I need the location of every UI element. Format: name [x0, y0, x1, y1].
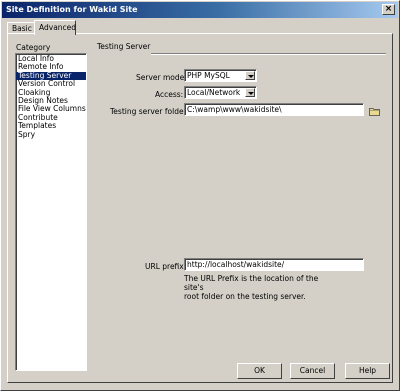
category-list[interactable]: Local Info Remote Info Testing Server Ve…: [15, 53, 87, 371]
server-model-select[interactable]: PHP MySQL: [184, 69, 257, 82]
access-select[interactable]: Local/Network: [184, 86, 257, 99]
server-model-value: PHP MySQL: [187, 71, 230, 80]
cancel-button[interactable]: Cancel: [290, 363, 335, 379]
url-prefix-help-line-2: root folder on the testing server.: [184, 292, 306, 301]
title-bar: Site Definition for Wakid Site ×: [2, 2, 398, 18]
url-prefix-label: URL prefix:: [145, 262, 187, 271]
tab-advanced[interactable]: Advanced: [34, 20, 76, 35]
category-item-spry[interactable]: Spry: [16, 130, 86, 139]
help-button[interactable]: Help: [345, 363, 390, 379]
close-button[interactable]: ×: [382, 4, 395, 15]
url-prefix-input[interactable]: http://localhost/wakidsite/: [184, 258, 364, 271]
category-header: Category: [16, 43, 51, 52]
testing-server-folder-input[interactable]: C:\wamp\www\wakidsite\: [184, 103, 364, 116]
ok-button[interactable]: OK: [237, 363, 282, 379]
close-icon: ×: [384, 4, 393, 14]
access-value: Local/Network: [187, 88, 241, 97]
url-prefix-help-line-1: The URL Prefix is the location of the si…: [184, 274, 319, 292]
site-definition-window: Site Definition for Wakid Site × Basic A…: [0, 0, 400, 391]
chevron-down-icon[interactable]: [245, 71, 255, 80]
access-label: Access:: [155, 90, 184, 99]
testing-server-folder-label: Testing server folder:: [110, 107, 190, 116]
window-title: Site Definition for Wakid Site: [6, 5, 138, 14]
server-model-label: Server model:: [136, 73, 189, 82]
chevron-down-icon[interactable]: [245, 88, 255, 97]
section-divider: [151, 53, 386, 55]
url-prefix-help: The URL Prefix is the location of the si…: [184, 274, 334, 301]
folder-icon[interactable]: [369, 107, 380, 116]
section-title: Testing Server: [97, 42, 151, 51]
